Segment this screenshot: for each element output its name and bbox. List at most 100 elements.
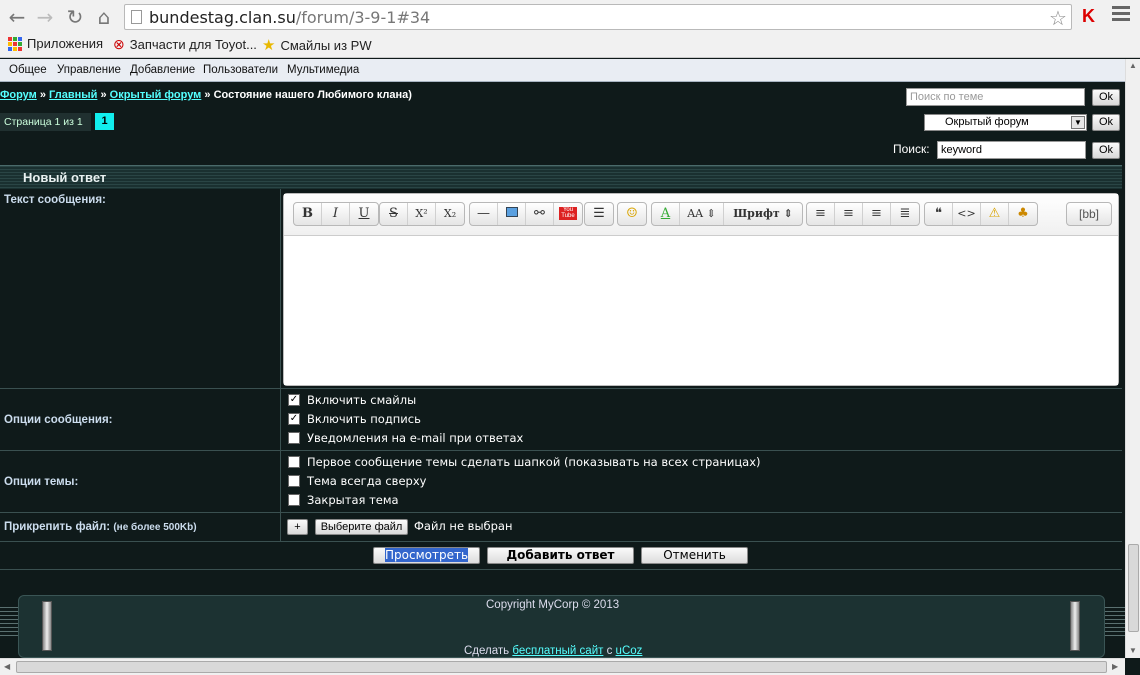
breadcrumb-main[interactable]: Главный bbox=[49, 89, 97, 101]
bookmark-smileys[interactable]: ★ Смайлы из PW bbox=[262, 36, 372, 54]
form-header: Новый ответ bbox=[0, 165, 1122, 189]
link-icon[interactable]: ⚯ bbox=[526, 203, 554, 225]
column-divider bbox=[280, 189, 281, 541]
search-label: Поиск: bbox=[893, 142, 930, 156]
menu-item-management[interactable]: Управление bbox=[57, 64, 121, 76]
option-closed-topic[interactable]: Закрытая тема bbox=[288, 493, 399, 507]
spoiler-icon[interactable]: ♣ bbox=[1009, 203, 1037, 225]
warning-icon[interactable]: ⚠ bbox=[981, 203, 1009, 225]
underline-button[interactable]: U bbox=[350, 203, 378, 225]
checkbox-unchecked[interactable] bbox=[288, 475, 300, 487]
editor-toolbar: B I U S X² X₂ — ⚯ You Tube ☰ ☺ A AA ⇕ Шр… bbox=[284, 194, 1118, 236]
superscript-button[interactable]: X² bbox=[408, 203, 436, 225]
footer-pillar-right bbox=[1070, 601, 1080, 651]
code-icon[interactable]: <> bbox=[953, 203, 981, 225]
no-file-text: Файл не выбран bbox=[414, 519, 513, 533]
option-first-post-header[interactable]: Первое сообщение темы сделать шапкой (по… bbox=[288, 455, 761, 469]
kaspersky-icon[interactable]: K bbox=[1082, 6, 1095, 27]
back-arrow-icon[interactable]: ← bbox=[6, 6, 28, 28]
align-left-icon[interactable]: ≡ bbox=[807, 203, 835, 225]
choose-file-button[interactable]: Выберите файл bbox=[315, 519, 408, 535]
font-family-select[interactable]: Шрифт ⇕ bbox=[724, 203, 802, 225]
ucoz-credit: Сделать бесплатный сайт с uCoz bbox=[464, 645, 643, 657]
add-file-button[interactable]: + bbox=[287, 519, 308, 535]
home-icon[interactable]: ⌂ bbox=[93, 6, 115, 28]
option-email-notify[interactable]: Уведомления на e-mail при ответах bbox=[288, 431, 523, 445]
forum-select-ok-button[interactable]: Ok bbox=[1092, 114, 1120, 131]
align-group: ≡ ≡ ≡ ≣ bbox=[806, 202, 920, 226]
search-ok-button[interactable]: Ok bbox=[1092, 142, 1120, 159]
search-input[interactable]: keyword bbox=[937, 141, 1086, 159]
row-divider bbox=[0, 388, 1122, 389]
browser-menu-icon[interactable] bbox=[1112, 6, 1130, 22]
forum-select[interactable]: Окрытый форум ▼ bbox=[924, 114, 1087, 131]
message-textarea[interactable] bbox=[284, 236, 1118, 385]
horizontal-line-icon[interactable]: — bbox=[470, 203, 498, 225]
browser-chrome: ← → ↻ ⌂ bundestag.clan.su/forum/3-9-1#34… bbox=[0, 0, 1140, 58]
bookmark-star-icon[interactable]: ☆ bbox=[1049, 6, 1067, 31]
align-right-icon[interactable]: ≡ bbox=[863, 203, 891, 225]
cancel-button[interactable]: Отменить bbox=[641, 547, 748, 564]
checkbox-unchecked[interactable] bbox=[288, 456, 300, 468]
breadcrumb-open-forum[interactable]: Окрытый форум bbox=[110, 89, 202, 101]
forward-arrow-icon[interactable]: → bbox=[34, 6, 56, 28]
page-number-1[interactable]: 1 bbox=[95, 113, 114, 130]
align-center-icon[interactable]: ≡ bbox=[835, 203, 863, 225]
breadcrumb-current: Состояние нашего Любимого клана) bbox=[213, 89, 412, 101]
vertical-scroll-thumb[interactable] bbox=[1128, 544, 1139, 632]
quote-icon[interactable]: ❝ bbox=[925, 203, 953, 225]
search-theme-input[interactable]: Поиск по теме bbox=[906, 88, 1085, 106]
list-icon[interactable]: ☰ bbox=[585, 203, 613, 225]
message-editor: B I U S X² X₂ — ⚯ You Tube ☰ ☺ A AA ⇕ Шр… bbox=[283, 193, 1119, 386]
chevron-down-icon: ▼ bbox=[1071, 116, 1085, 129]
bookmarks-bar: Приложения ⊗ Запчасти для Toyot... ★ Сма… bbox=[0, 34, 1140, 56]
apps-grid-icon bbox=[8, 36, 22, 51]
block-group: ❝ <> ⚠ ♣ bbox=[924, 202, 1038, 226]
forum-page: Форум » Главный » Окрытый форум » Состоя… bbox=[0, 83, 1125, 658]
scroll-left-icon[interactable]: ◀ bbox=[4, 662, 10, 671]
submit-reply-button[interactable]: Добавить ответ bbox=[487, 547, 634, 564]
checkbox-checked[interactable]: ✓ bbox=[288, 394, 300, 406]
preview-button[interactable]: Просмотреть bbox=[373, 547, 480, 564]
free-site-link[interactable]: бесплатный сайт bbox=[512, 645, 603, 657]
search-theme-ok-button[interactable]: Ok bbox=[1092, 89, 1120, 106]
align-justify-icon[interactable]: ≣ bbox=[891, 203, 919, 225]
checkbox-unchecked[interactable] bbox=[288, 494, 300, 506]
attach-file-label: Прикрепить файл: (не более 500Kb) bbox=[4, 521, 197, 533]
scroll-right-icon[interactable]: ▶ bbox=[1112, 662, 1118, 671]
ucoz-link[interactable]: uCoz bbox=[616, 645, 643, 657]
reload-icon[interactable]: ↻ bbox=[64, 6, 86, 28]
youtube-icon[interactable]: You Tube bbox=[554, 203, 582, 225]
bookmark-toyota-parts[interactable]: ⊗ Запчасти для Toyot... bbox=[113, 36, 257, 53]
row-divider bbox=[0, 569, 1122, 570]
menu-item-multimedia[interactable]: Мультимедиа bbox=[287, 64, 359, 76]
bold-button[interactable]: B bbox=[294, 203, 322, 225]
menu-item-add[interactable]: Добавление bbox=[130, 64, 195, 76]
italic-button[interactable]: I bbox=[322, 203, 350, 225]
address-bar[interactable]: bundestag.clan.su/forum/3-9-1#34 ☆ bbox=[124, 4, 1072, 30]
option-enable-signature[interactable]: ✓ Включить подпись bbox=[288, 412, 421, 426]
list-group: ☰ bbox=[584, 202, 614, 226]
vertical-scrollbar[interactable]: ▲ ▼ bbox=[1125, 59, 1140, 658]
bb-mode-button[interactable]: [bb] bbox=[1066, 202, 1112, 226]
horizontal-scroll-thumb[interactable] bbox=[16, 661, 1107, 673]
scroll-down-icon[interactable]: ▼ bbox=[1129, 646, 1137, 655]
checkbox-unchecked[interactable] bbox=[288, 432, 300, 444]
smiley-icon[interactable]: ☺ bbox=[618, 203, 646, 225]
strike-button[interactable]: S bbox=[380, 203, 408, 225]
menu-item-general[interactable]: Общее bbox=[9, 64, 47, 76]
option-enable-smileys[interactable]: ✓ Включить смайлы bbox=[288, 393, 416, 407]
image-icon[interactable] bbox=[498, 203, 526, 225]
font-size-select[interactable]: AA ⇕ bbox=[680, 203, 724, 225]
subscript-button[interactable]: X₂ bbox=[436, 203, 464, 225]
horizontal-scrollbar[interactable]: ◀ ▶ bbox=[0, 658, 1125, 675]
row-divider bbox=[0, 512, 1122, 513]
scroll-up-icon[interactable]: ▲ bbox=[1129, 61, 1137, 70]
checkbox-checked[interactable]: ✓ bbox=[288, 413, 300, 425]
script-group: S X² X₂ bbox=[379, 202, 465, 226]
breadcrumb-forum[interactable]: Форум bbox=[0, 89, 37, 101]
text-color-icon[interactable]: A bbox=[652, 203, 680, 225]
option-sticky-topic[interactable]: Тема всегда сверху bbox=[288, 474, 426, 488]
menu-item-users[interactable]: Пользователи bbox=[203, 64, 278, 76]
bookmark-apps[interactable]: Приложения bbox=[8, 36, 103, 51]
